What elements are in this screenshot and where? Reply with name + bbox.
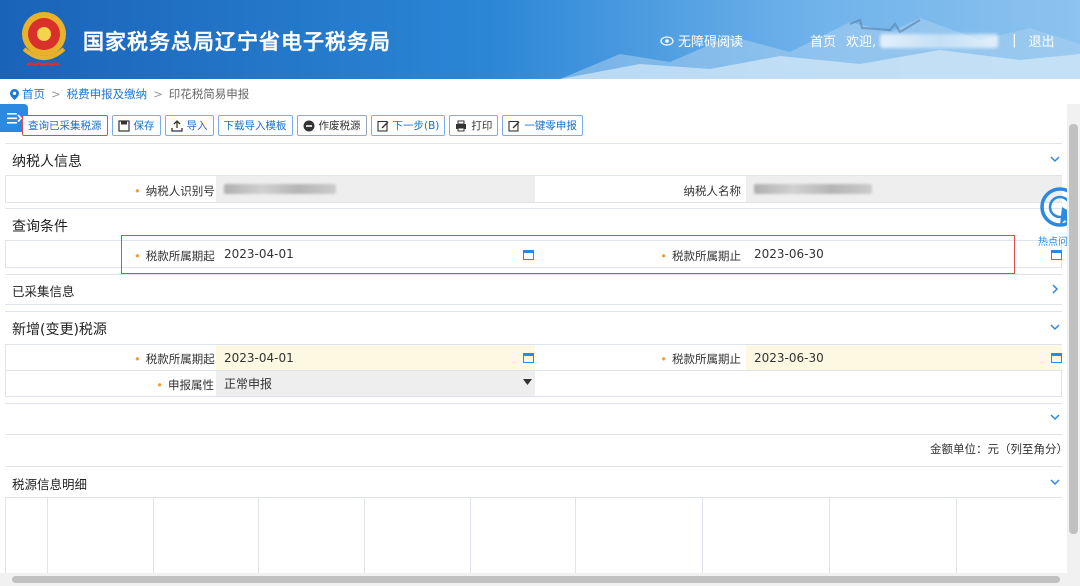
new-source-period-row: • 税款所属期起 2023-04-01 • 税款所属期止 2023-06-30 [5,344,1062,371]
taxpayer-info-row: • 纳税人识别号 纳税人名称 [5,175,1062,203]
table-column-divider [5,498,6,573]
nav-separator: | [1012,33,1017,48]
accessible-reading-label: 无障碍阅读 [678,35,744,50]
save-button[interactable]: 保存 [111,115,161,136]
panel-divider [5,208,1062,209]
user-nav: 首页 欢迎, | 退出 [810,31,1055,50]
import-button[interactable]: 导入 [164,115,214,136]
collected-info-title: 已采集信息 [12,284,75,299]
chevron-right-icon[interactable] [1049,283,1061,295]
redacted-taxpayer-name [754,184,872,194]
highlight-box [121,235,1015,274]
eye-icon [660,35,674,46]
save-icon [117,119,130,132]
next-step-button[interactable]: 下一步(B) [370,115,446,136]
declaration-attribute-value: 正常申报 [224,377,273,391]
national-emblem-logo [22,12,66,67]
vertical-scroll-thumb[interactable] [1069,124,1078,534]
location-pin-icon [10,88,19,100]
download-template-label: 下载导入模板 [223,120,287,132]
vertical-scrollbar[interactable] [1067,104,1080,574]
query-collected-sources-button[interactable]: 查询已采集税源 [22,115,108,136]
import-label: 导入 [186,120,208,132]
new-source-start-label: • 税款所属期起 [134,352,215,366]
site-header: 国家税务总局辽宁省电子税务局 无障碍阅读 首页 欢迎, | 退出 [0,0,1080,79]
chevron-down-icon[interactable] [1049,411,1061,423]
breadcrumb-tax-declaration[interactable]: 税费申报及缴纳 [67,86,148,102]
void-source-button[interactable]: 作废税源 [296,115,367,136]
save-label: 保存 [133,120,155,132]
breadcrumb-home[interactable]: 首页 [22,86,45,102]
redacted-taxpayer-id [224,184,336,194]
zero-declaration-button[interactable]: 一键零申报 [502,115,583,136]
logout-link[interactable]: 退出 [1029,31,1055,50]
tax-source-detail-title: 税源信息明细 [12,477,88,492]
new-source-end-date-input[interactable]: 2023-06-30 [746,345,1062,370]
declaration-attribute-label: • 申报属性 [156,378,214,392]
printer-icon [455,120,467,132]
table-column-divider [956,498,957,573]
taxpayer-name-field [746,176,1062,202]
declaration-attribute-row: • 申报属性 正常申报 [5,370,1062,397]
chevron-down-icon[interactable] [1049,321,1061,333]
declaration-attribute-select[interactable]: 正常申报 [216,371,535,396]
panel-divider [5,311,1062,312]
panel-divider [5,466,1062,467]
breadcrumb: 首页 > 税费申报及缴纳 > 印花税简易申报 [10,86,249,102]
table-column-divider [575,498,576,573]
print-label: 打印 [471,120,493,132]
table-column-divider [47,498,48,573]
action-toolbar: 查询已采集税源 保存 导入 下载导入模板 作废税源 下一步(B) 打印 一键零申… [22,115,583,136]
panel-divider [5,434,1062,435]
new-source-end-date-value: 2023-06-30 [754,350,824,365]
query-conditions-title: 查询条件 [12,219,68,235]
download-template-button[interactable]: 下载导入模板 [217,115,293,136]
print-button[interactable]: 打印 [449,115,499,136]
minus-circle-icon [303,120,315,132]
site-title: 国家税务总局辽宁省电子税务局 [83,30,391,54]
detail-table-header [5,497,1062,573]
chevron-down-icon[interactable] [1049,476,1061,488]
chevron-down-icon[interactable] [1049,153,1061,165]
table-column-divider [470,498,471,573]
new-source-end-label: • 税款所属期止 [660,352,741,366]
taxpayer-name-label: 纳税人名称 [683,184,742,198]
breadcrumb-separator: > [51,87,61,101]
panel-divider [5,304,1062,305]
query-collected-sources-label: 查询已采集税源 [28,120,102,132]
next-step-label: 下一步(B) [392,120,440,132]
zero-declaration-label: 一键零申报 [524,120,577,132]
horizontal-scrollbar[interactable] [0,573,1080,586]
calendar-icon[interactable] [1051,352,1062,363]
horizontal-scroll-thumb[interactable] [12,576,1060,583]
home-link[interactable]: 首页 [810,31,836,50]
taxpayer-info-title: 纳税人信息 [12,154,82,170]
table-column-divider [258,498,259,573]
redacted-user-name [880,33,999,48]
edit-icon [376,120,389,132]
table-column-divider [829,498,830,573]
breadcrumb-current-page: 印花税简易申报 [168,87,250,101]
void-source-label: 作废税源 [318,120,361,132]
taxpayer-id-field [216,176,535,202]
new-source-start-date-input[interactable]: 2023-04-01 [216,345,535,370]
table-column-divider [364,498,365,573]
amount-unit-note: 金额单位：元（列至角分） [930,442,1068,456]
new-source-title: 新增(变更)税源 [12,322,107,338]
panel-divider [5,143,1062,144]
upload-icon [170,119,183,132]
calendar-icon[interactable] [523,352,534,363]
calendar-icon[interactable] [1051,249,1062,260]
panel-divider [5,403,1062,404]
panel-divider [5,274,1062,275]
table-column-divider [702,498,703,573]
edit-icon [508,120,520,132]
dropdown-arrow-icon[interactable] [523,379,532,386]
accessible-reading-link[interactable]: 无障碍阅读 [660,31,743,50]
table-column-divider [153,498,154,573]
taxpayer-id-label: • 纳税人识别号 [134,184,215,198]
new-source-start-date-value: 2023-04-01 [224,350,294,365]
breadcrumb-separator: > [153,87,163,101]
greeting-text: 欢迎, [846,35,877,50]
